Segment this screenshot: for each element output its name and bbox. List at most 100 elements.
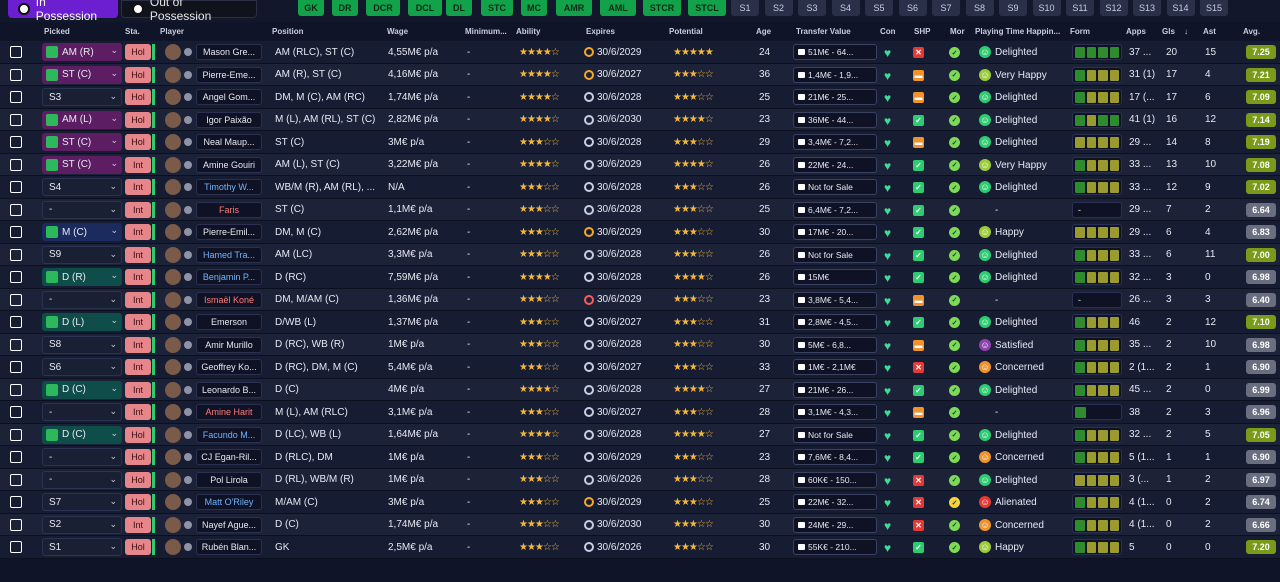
status-badge[interactable]: Hol xyxy=(125,134,151,150)
set-button-4[interactable]: S4 xyxy=(831,0,860,16)
table-row[interactable]: S2 ⌄ Int Nayef Ague... D (C) 1,74M€ p/a -… xyxy=(0,513,1280,536)
set-button-14[interactable]: S14 xyxy=(1166,0,1195,16)
transfer-value[interactable]: 2,8M€ - 4,5... xyxy=(793,314,877,330)
col-ability[interactable]: Ability xyxy=(516,27,540,36)
player-name[interactable]: Amir Murillo xyxy=(196,336,262,353)
position-button-6[interactable]: MC xyxy=(521,0,547,16)
picked-dropdown[interactable]: - ⌄ xyxy=(42,200,122,219)
player-name[interactable]: Matt O'Riley xyxy=(196,494,262,510)
col-sta[interactable]: Sta. xyxy=(125,27,140,36)
set-button-5[interactable]: S5 xyxy=(865,0,893,16)
col-apps[interactable]: Apps xyxy=(1126,27,1146,36)
status-badge[interactable]: Int xyxy=(125,336,151,353)
player-name[interactable]: Timothy W... xyxy=(196,179,262,195)
transfer-value[interactable]: 17M€ - 20... xyxy=(793,224,877,240)
set-button-8[interactable]: S8 xyxy=(965,0,994,16)
status-badge[interactable]: Hol xyxy=(125,539,151,555)
status-badge[interactable]: Hol xyxy=(125,426,151,443)
select-checkbox[interactable] xyxy=(10,46,22,58)
picked-dropdown[interactable]: ST (C) ⌄ xyxy=(42,65,122,84)
status-badge[interactable]: Int xyxy=(125,381,151,398)
picked-dropdown[interactable]: D (C) ⌄ xyxy=(42,380,122,399)
picked-dropdown[interactable]: AM (R) ⌄ xyxy=(42,43,122,61)
picked-dropdown[interactable]: S1 ⌄ xyxy=(42,538,122,556)
picked-dropdown[interactable]: M (C) ⌄ xyxy=(42,223,122,241)
transfer-value[interactable]: 5M€ - 6,8... xyxy=(793,336,877,353)
table-row[interactable]: S7 ⌄ Hol Matt O'Riley M/AM (C) 3M€ p/a - … xyxy=(0,491,1280,514)
select-checkbox[interactable] xyxy=(10,428,22,441)
col-potential[interactable]: Potential xyxy=(669,27,703,36)
picked-dropdown[interactable]: - ⌄ xyxy=(42,403,122,421)
status-badge[interactable]: Int xyxy=(125,156,151,173)
table-row[interactable]: - ⌄ Int Ismaël Koné DM, M/AM (C) 1,36M€ p… xyxy=(0,288,1280,311)
select-checkbox[interactable] xyxy=(10,248,22,261)
table-row[interactable]: ST (C) ⌄ Int Amine Gouiri AM (L), ST (C) … xyxy=(0,153,1280,176)
select-checkbox[interactable] xyxy=(10,181,22,193)
transfer-value[interactable]: Not for Sale xyxy=(793,246,877,263)
table-row[interactable]: - ⌄ Int Amine Harit M (L), AM (RLC) 3,1M€… xyxy=(0,401,1280,424)
position-button-0[interactable]: GK xyxy=(298,0,324,16)
table-row[interactable]: D (L) ⌄ Int Emerson D/WB (L) 1,37M€ p/a -… xyxy=(0,311,1280,334)
transfer-value[interactable]: 7,6M€ - 8,4... xyxy=(793,449,877,465)
col-minimum[interactable]: Minimum... xyxy=(465,27,507,36)
select-checkbox[interactable] xyxy=(10,91,22,103)
col-player[interactable]: Player xyxy=(160,27,184,36)
player-name[interactable]: Neal Maup... xyxy=(196,134,262,150)
transfer-value[interactable]: Not for Sale xyxy=(793,426,877,443)
position-button-10[interactable]: STCL xyxy=(688,0,726,16)
position-button-7[interactable]: AMR xyxy=(556,0,592,16)
table-row[interactable]: S3 ⌄ Hol Angel Gom... DM, M (C), AM (RC) … xyxy=(0,86,1280,109)
col-avg[interactable]: Avg. xyxy=(1243,27,1260,36)
table-row[interactable]: - ⌄ Int Faris ST (C) 1,1M€ p/a - ★★★☆☆ 30… xyxy=(0,198,1280,221)
select-checkbox[interactable] xyxy=(10,203,22,216)
transfer-value[interactable]: 24M€ - 29... xyxy=(793,516,877,533)
col-wage[interactable]: Wage xyxy=(387,27,408,36)
transfer-value[interactable]: 3,1M€ - 4,3... xyxy=(793,404,877,420)
picked-dropdown[interactable]: ST (C) ⌄ xyxy=(42,133,122,151)
col-age[interactable]: Age xyxy=(756,27,771,36)
select-checkbox[interactable] xyxy=(10,541,22,553)
table-row[interactable]: S6 ⌄ Int Geoffrey Ko... D (RC), DM, M (C)… xyxy=(0,356,1280,379)
table-row[interactable]: - ⌄ Hol Pol Lirola D (RL), WB/M (R) 1M€ p… xyxy=(0,468,1280,491)
col-shp[interactable]: SHP xyxy=(914,27,930,36)
picked-dropdown[interactable]: S6 ⌄ xyxy=(42,358,122,376)
transfer-value[interactable]: 3,8M€ - 5,4... xyxy=(793,291,877,308)
set-button-10[interactable]: S10 xyxy=(1032,0,1061,16)
set-button-13[interactable]: S13 xyxy=(1133,0,1161,16)
player-name[interactable]: Igor Paixão xyxy=(196,111,262,128)
set-button-9[interactable]: S9 xyxy=(999,0,1027,16)
player-name[interactable]: Hamed Tra... xyxy=(196,246,262,263)
select-checkbox[interactable] xyxy=(10,293,22,306)
status-badge[interactable]: Int xyxy=(125,291,151,308)
status-badge[interactable]: Int xyxy=(125,224,151,240)
set-button-3[interactable]: S3 xyxy=(798,0,826,16)
picked-dropdown[interactable]: S9 ⌄ xyxy=(42,245,122,264)
col-position[interactable]: Position xyxy=(272,27,304,36)
select-checkbox[interactable] xyxy=(10,271,22,283)
out-of-possession-tab[interactable]: Out of Possession xyxy=(121,0,257,23)
picked-dropdown[interactable]: S2 ⌄ xyxy=(42,515,122,534)
table-row[interactable]: S4 ⌄ Int Timothy W... WB/M (R), AM (RL), … xyxy=(0,176,1280,199)
player-name[interactable]: Rubén Blan... xyxy=(196,539,262,555)
select-checkbox[interactable] xyxy=(10,338,22,351)
position-button-9[interactable]: STCR xyxy=(643,0,681,16)
table-row[interactable]: S1 ⌄ Hol Rubén Blan... GK 2,5M€ p/a - ★★★… xyxy=(0,536,1280,559)
col-transfer-value[interactable]: Transfer Value xyxy=(796,27,851,36)
set-button-11[interactable]: S11 xyxy=(1066,0,1094,16)
table-row[interactable]: M (C) ⌄ Int Pierre-Emil... DM, M (C) 2,62… xyxy=(0,221,1280,244)
status-badge[interactable]: Hol xyxy=(125,471,151,488)
status-badge[interactable]: Int xyxy=(125,404,151,420)
col-picked[interactable]: Picked xyxy=(44,27,70,36)
position-button-5[interactable]: STC xyxy=(481,0,513,16)
player-name[interactable]: Pol Lirola xyxy=(196,471,262,488)
status-badge[interactable]: Int xyxy=(125,246,151,263)
transfer-value[interactable]: 22M€ - 32... xyxy=(793,494,877,510)
status-badge[interactable]: Hol xyxy=(125,494,151,510)
status-badge[interactable]: Hol xyxy=(125,449,151,465)
select-checkbox[interactable] xyxy=(10,473,22,486)
picked-dropdown[interactable]: D (L) ⌄ xyxy=(42,313,122,331)
set-button-15[interactable]: S15 xyxy=(1200,0,1228,16)
set-button-6[interactable]: S6 xyxy=(898,0,927,16)
transfer-value[interactable]: 21M€ - 25... xyxy=(793,89,877,105)
position-button-1[interactable]: DR xyxy=(332,0,358,16)
